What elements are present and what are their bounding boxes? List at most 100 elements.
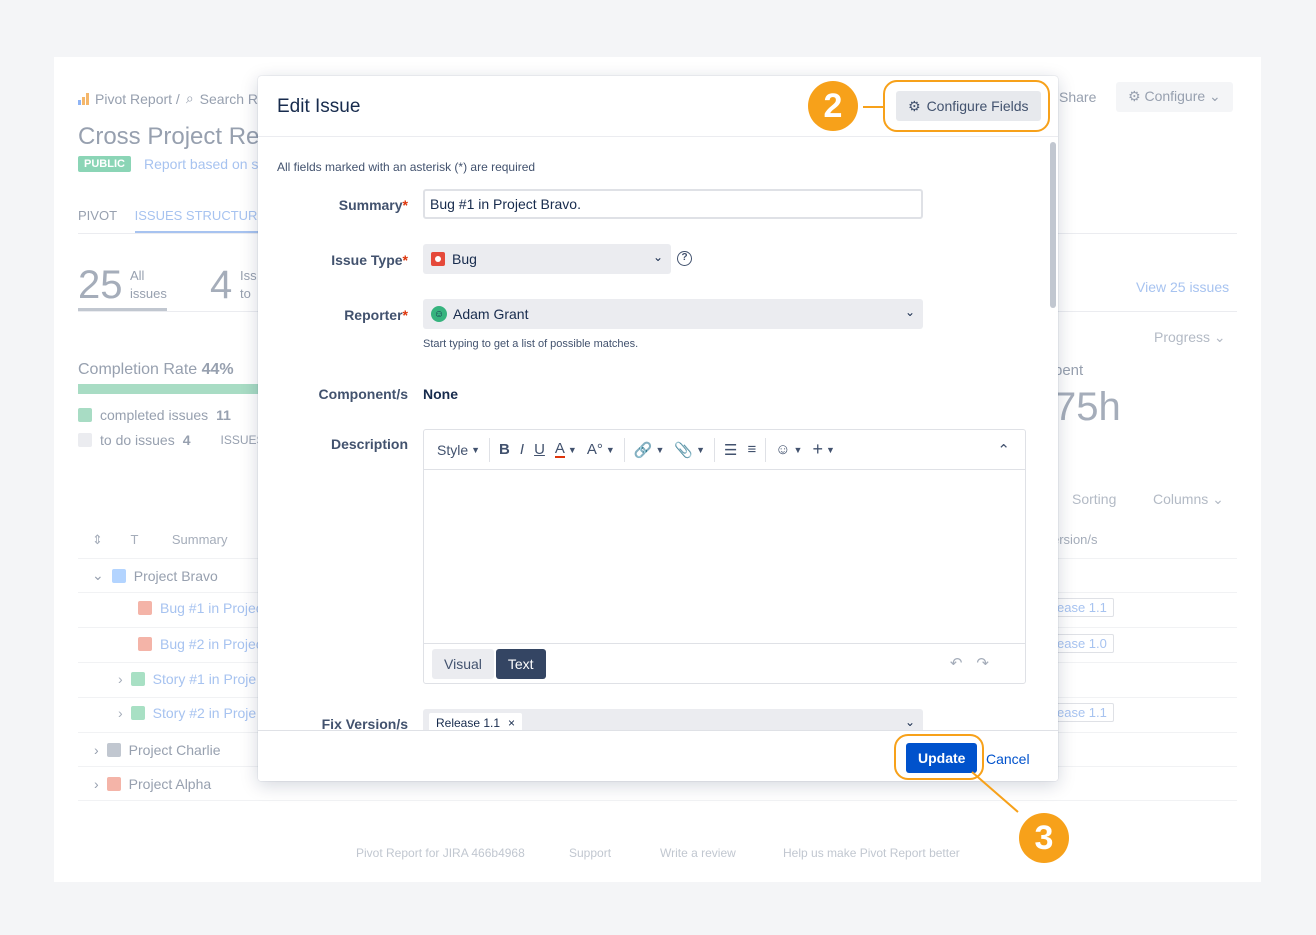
legend-todo: to do issues 4 ISSUES xyxy=(78,432,265,448)
table-row[interactable]: Bug #1 in Projec xyxy=(138,600,263,616)
summary-label: Summary* xyxy=(338,197,408,213)
description-label: Description xyxy=(330,436,408,452)
public-badge: PUBLIC xyxy=(78,156,131,172)
chevron-down-icon: ⌄ xyxy=(652,250,663,264)
breadcrumb-search[interactable]: Search R xyxy=(200,91,258,107)
footer-feedback-link[interactable]: Help us make Pivot Report better xyxy=(783,846,960,860)
completion-rate: Completion Rate 44% xyxy=(78,361,234,378)
bold-icon[interactable]: B xyxy=(494,436,515,464)
text-color-icon[interactable]: A ▼ xyxy=(550,436,582,464)
reporter-label: Reporter* xyxy=(344,307,408,323)
release-tag: ease 1.0 xyxy=(1050,634,1114,653)
fix-version-chip: Release 1.1 × xyxy=(429,713,523,730)
text-format-icon[interactable]: A° ▼ xyxy=(582,436,620,464)
completion-bar xyxy=(78,384,258,394)
text-mode-button[interactable]: Text xyxy=(495,648,546,679)
table-row[interactable]: › Project Alpha xyxy=(94,776,211,792)
callout-number-3: 3 xyxy=(1019,813,1069,863)
numbered-list-icon[interactable]: ≡ xyxy=(742,436,761,464)
share-button[interactable]: Share xyxy=(1059,89,1096,105)
edit-issue-dialog: Edit Issue ⚙ Configure Fields All fields… xyxy=(258,76,1058,781)
avatar: ☺ xyxy=(431,306,447,322)
table-row[interactable]: Bug #2 in Projec xyxy=(138,636,263,652)
version-column-header: ersion/s xyxy=(1052,532,1098,547)
bug-icon xyxy=(138,601,152,615)
callout-number-2: 2 xyxy=(808,81,858,131)
bug-icon xyxy=(138,637,152,651)
components-value: None xyxy=(423,386,458,402)
required-note: All fields marked with an asterisk (*) a… xyxy=(277,160,536,174)
issue-type-label: Issue Type* xyxy=(331,252,408,268)
report-description: Report based on se xyxy=(144,156,267,172)
table-row[interactable]: ⌄ Project Bravo xyxy=(92,567,218,584)
chevron-right-icon[interactable]: › xyxy=(118,705,123,721)
components-label: Component/s xyxy=(318,386,408,402)
chevron-down-icon: ⌄ xyxy=(1209,88,1221,104)
dialog-title: Edit Issue xyxy=(277,96,361,117)
configure-button[interactable]: ⚙ Configure ⌄ xyxy=(1116,82,1233,112)
chevron-right-icon[interactable]: › xyxy=(94,776,99,792)
columns-dropdown[interactable]: Columns ⌄ xyxy=(1153,491,1224,508)
time-spent-value: 75h xyxy=(1054,385,1121,429)
emoji-icon[interactable]: ☺ ▼ xyxy=(770,436,807,464)
description-editor: Style ▼ B I U A ▼ A° ▼ 🔗 ▼ 📎 ▼ ☰ ≡ ☺ ▼ + ▼ ⌃ xyxy=(423,429,1026,684)
legend-completed: completed issues 11 xyxy=(78,407,231,423)
remove-icon[interactable]: × xyxy=(508,716,515,730)
callout-line xyxy=(863,106,883,108)
fix-version-label: Fix Version/s xyxy=(321,716,408,730)
issue-type-select[interactable]: Bug ⌄ xyxy=(423,244,671,274)
chevron-down-icon[interactable]: ⌄ xyxy=(92,567,104,584)
sorting-button[interactable]: Sorting xyxy=(1072,491,1116,507)
reporter-hint: Start typing to get a list of possible m… xyxy=(423,338,639,350)
footer-review-link[interactable]: Write a review xyxy=(660,846,736,860)
scrollbar[interactable] xyxy=(1050,142,1056,308)
release-tag: ease 1.1 xyxy=(1050,703,1114,722)
chevron-down-icon: ⌄ xyxy=(904,715,915,729)
summary-input[interactable] xyxy=(423,189,923,219)
attachment-icon[interactable]: 📎 ▼ xyxy=(669,436,710,464)
gear-icon: ⚙ xyxy=(1128,88,1141,104)
editor-mode-bar: Visual Text ↶↷ xyxy=(424,643,1025,683)
dialog-body: All fields marked with an asterisk (*) a… xyxy=(258,138,1058,730)
sort-icon[interactable]: ⇕ xyxy=(92,532,103,547)
underline-icon[interactable]: U xyxy=(529,436,550,464)
total-issues-label: All issues xyxy=(130,268,167,301)
time-spent-label: pent xyxy=(1054,362,1084,379)
table-row[interactable]: › Story #1 in Proje xyxy=(118,671,256,687)
link-icon[interactable]: 🔗 ▼ xyxy=(629,436,670,464)
chevron-down-icon: ⌄ xyxy=(1213,329,1226,345)
story-icon xyxy=(130,672,145,686)
breadcrumb: Pivot Report / ⌕ Search R xyxy=(78,90,258,107)
chevron-down-icon: ⌄ xyxy=(904,305,915,319)
footer-support-link[interactable]: Support xyxy=(569,846,611,860)
chevron-right-icon[interactable]: › xyxy=(118,671,123,687)
help-icon[interactable]: ? xyxy=(677,251,692,266)
visual-mode-button[interactable]: Visual xyxy=(432,648,494,679)
collapse-toolbar-icon[interactable]: ⌃ xyxy=(992,436,1015,464)
undo-redo-icons[interactable]: ↶↷ xyxy=(950,654,1003,672)
style-dropdown[interactable]: Style ▼ xyxy=(432,436,485,464)
progress-dropdown[interactable]: Progress ⌄ xyxy=(1154,329,1226,346)
table-row[interactable]: › Project Charlie xyxy=(94,742,221,758)
reporter-select[interactable]: ☺ Adam Grant ⌄ xyxy=(423,299,923,329)
italic-icon[interactable]: I xyxy=(515,436,529,464)
second-count-label: Iss to xyxy=(240,268,257,301)
tab-bar: PIVOT ISSUES STRUCTURE xyxy=(78,208,280,233)
callout-line xyxy=(971,771,1019,813)
bug-icon xyxy=(431,252,445,266)
description-textarea[interactable] xyxy=(424,471,1025,643)
breadcrumb-pivot[interactable]: Pivot Report / xyxy=(95,91,180,107)
second-count: 4 xyxy=(210,263,233,307)
bullet-list-icon[interactable]: ☰ xyxy=(719,436,742,464)
story-icon xyxy=(130,706,145,720)
pivot-logo-icon xyxy=(78,92,89,105)
tab-issues-structure[interactable]: ISSUES STRUCTURE xyxy=(134,208,267,233)
editor-toolbar: Style ▼ B I U A ▼ A° ▼ 🔗 ▼ 📎 ▼ ☰ ≡ ☺ ▼ + ▼ ⌃ xyxy=(424,430,1025,470)
chevron-right-icon[interactable]: › xyxy=(94,742,99,758)
tab-pivot[interactable]: PIVOT xyxy=(78,208,117,223)
cancel-link[interactable]: Cancel xyxy=(986,751,1030,767)
fix-version-select[interactable]: Release 1.1 × ⌄ xyxy=(423,709,923,730)
table-row[interactable]: › Story #2 in Proje xyxy=(118,705,256,721)
insert-more-icon[interactable]: + ▼ xyxy=(807,436,839,464)
view-issues-link[interactable]: View 25 issues xyxy=(1136,279,1229,295)
